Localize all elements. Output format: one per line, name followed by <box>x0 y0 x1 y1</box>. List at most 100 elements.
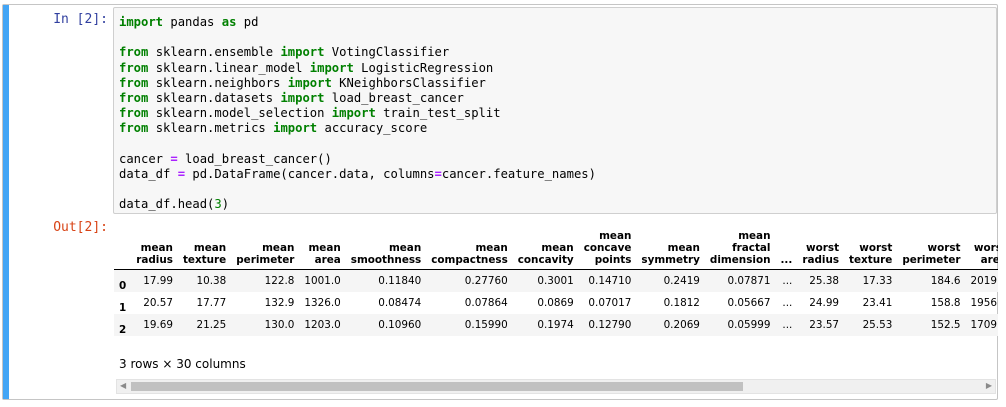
column-header-line: area <box>980 253 998 266</box>
code-line: import pandas as pd <box>119 15 259 29</box>
column-header-line: mean <box>541 241 574 254</box>
column-header-line: fractal <box>732 241 771 254</box>
table-header-row: mean radius mean texture mean perimeter mean ar… <box>114 222 998 270</box>
dataframe-shape-footer: 3 rows × 30 columns <box>119 357 246 371</box>
column-header-line: mean <box>388 241 422 254</box>
table-cell: 1956.0 <box>970 296 999 309</box>
table-cell: 0.27760 <box>464 274 508 287</box>
table-cell: 0.05667 <box>727 296 771 309</box>
column-header-line: texture <box>849 253 893 266</box>
column-header-line: dimension <box>709 253 771 266</box>
column-header-line: texture <box>182 253 227 266</box>
table-cell: 23.41 <box>862 296 893 309</box>
column-header-line: perimeter <box>236 253 295 266</box>
column-header: worstarea <box>965 222 998 270</box>
table-cell: 0.11840 <box>378 274 422 287</box>
scrollbar-thumb[interactable] <box>131 382 743 391</box>
table-cell: 184.6 <box>930 274 961 287</box>
table-cell: 25.38 <box>809 274 840 287</box>
column-header: mean texture <box>177 222 232 270</box>
table-cell: 0.07017 <box>588 296 632 309</box>
table-cell: 0.3001 <box>537 274 574 287</box>
table-cell: 17.77 <box>196 296 227 309</box>
column-header-line: worst <box>806 241 840 254</box>
table-cell: 0.1812 <box>663 296 700 309</box>
table-cell: 17.33 <box>862 274 893 287</box>
code-line: from sklearn.model_selection import trai… <box>119 106 501 121</box>
table-cell: 132.9 <box>264 296 295 309</box>
column-header-line: symmetry <box>641 253 700 266</box>
table-cell: 17.99 <box>143 274 173 287</box>
column-header: mean radius <box>131 222 178 270</box>
table-body: 0 17.99 10.38 122.8 1001.0 0.11840 0.27760 0.30… <box>114 269 998 336</box>
code-line: from sklearn.datasets import load_breast… <box>119 91 464 106</box>
column-header-line: mean <box>475 241 508 254</box>
out-prompt: Out[2]: <box>53 220 108 235</box>
column-header-line: mean <box>140 241 173 254</box>
table-cell: 0.14710 <box>588 274 632 287</box>
row-index: 2 <box>119 323 127 336</box>
code-line: cancer = load_breast_cancer() <box>119 151 332 166</box>
table-cell: 2019.0 <box>970 274 999 287</box>
table-cell: 0.2419 <box>663 274 700 287</box>
column-header-line: radius <box>802 253 840 266</box>
table-cell: 1203.0 <box>304 318 341 331</box>
code-line: data_df.head(3) <box>119 197 230 212</box>
column-header-line: smoothness <box>350 253 422 266</box>
column-header-line: worst <box>927 241 961 254</box>
table-cell: 0.07864 <box>464 296 508 309</box>
table-cell: 0.15990 <box>464 318 508 331</box>
index-header <box>114 222 132 270</box>
column-header: mean compactness <box>426 222 513 270</box>
column-header-line: mean <box>599 229 632 242</box>
table-cell: 0.08474 <box>378 296 422 309</box>
column-header: ... <box>775 222 798 270</box>
table-cell: 1326.0 <box>304 296 341 309</box>
code-line: data_df = pd.DataFrame(cancer.data, colu… <box>119 167 596 182</box>
horizontal-scrollbar[interactable]: ◀ ▶ <box>116 379 996 394</box>
column-header-line: worst <box>973 241 998 254</box>
column-header-line: concave <box>583 241 632 254</box>
table-cell: 152.5 <box>930 318 961 331</box>
table-cell: 122.8 <box>264 274 295 287</box>
code-text[interactable]: import pandas as pd from sklearn.ensembl… <box>119 15 596 213</box>
code-line: from sklearn.metrics import accuracy_sco… <box>119 121 428 136</box>
table-cell: 25.53 <box>862 318 893 331</box>
scroll-right-arrow-icon[interactable]: ▶ <box>986 381 992 390</box>
dataframe-table: mean radius mean texture mean perimeter mean ar… <box>114 222 998 336</box>
column-header-line: compactness <box>431 253 508 266</box>
cell-selection-bar <box>3 5 9 399</box>
table-row: 2 19.69 21.25 130.0 1203.0 0.10960 0.15990 0.19… <box>114 313 998 336</box>
in-prompt: In [2]: <box>53 12 108 27</box>
row-index: 1 <box>119 301 127 314</box>
column-header: mean area <box>299 222 346 270</box>
table-cell: ... <box>782 274 793 287</box>
column-header: mean symmetry <box>636 222 705 270</box>
table-cell: 0.0869 <box>537 296 574 309</box>
column-header-line: points <box>594 253 632 266</box>
column-header: mean perimeter <box>231 222 300 270</box>
table-cell: 23.57 <box>809 318 840 331</box>
column-header: mean concave points <box>578 222 637 270</box>
code-editor[interactable]: import pandas as pd from sklearn.ensembl… <box>113 7 997 214</box>
column-header: mean smoothness <box>345 222 427 270</box>
table-cell: 0.1974 <box>537 318 574 331</box>
table-cell: 158.8 <box>930 296 961 309</box>
table-cell: ... <box>782 296 793 309</box>
column-header-line: concavity <box>517 253 574 266</box>
table-cell: 0.05999 <box>727 318 771 331</box>
column-header-line: worst <box>859 241 893 254</box>
table-row: 1 20.57 17.77 132.9 1326.0 0.08474 0.07864 0.08… <box>114 292 998 314</box>
table-cell: 0.2069 <box>663 318 700 331</box>
table-cell: 0.12790 <box>588 318 632 331</box>
table-cell: 1001.0 <box>304 274 341 287</box>
code-line: from sklearn.neighbors import KNeighbors… <box>119 75 486 90</box>
scroll-left-arrow-icon[interactable]: ◀ <box>120 381 126 390</box>
column-header-line: mean <box>667 241 700 254</box>
column-header: mean fractal dimension <box>704 222 776 270</box>
column-header-line: ... <box>780 253 793 266</box>
column-header: worst perimeter <box>897 222 966 270</box>
table-cell: ... <box>782 318 793 331</box>
table-row: 0 17.99 10.38 122.8 1001.0 0.11840 0.27760 0.30… <box>114 269 998 292</box>
table-cell: 130.0 <box>264 318 295 331</box>
